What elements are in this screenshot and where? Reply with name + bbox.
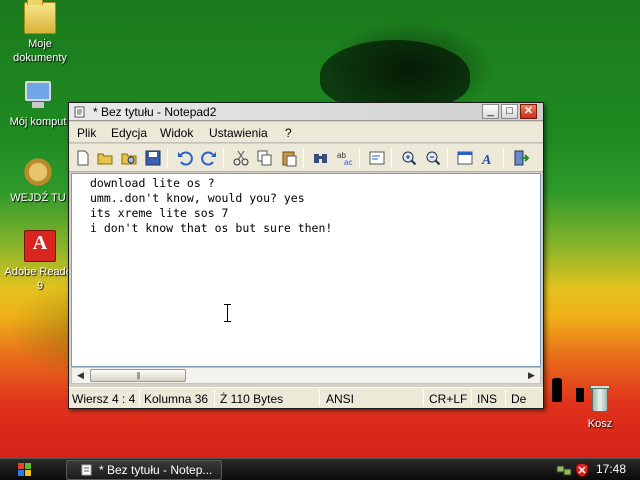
find-icon[interactable]: [312, 149, 330, 167]
cut-icon[interactable]: [232, 149, 250, 167]
status-line-position: Wiersz 4 : 4: [72, 392, 136, 406]
menu-bar: Plik Edycja Widok Ustawienia ?: [69, 122, 543, 143]
scheme-icon[interactable]: [456, 149, 474, 167]
desktop-icon-label: Mój komput: [9, 116, 67, 128]
browse-icon[interactable]: [120, 149, 138, 167]
editor-line: download lite os ?: [90, 176, 215, 190]
desktop-icon-label: Moje dokumenty: [13, 38, 67, 64]
pdf-icon: [24, 230, 56, 262]
toolbar: ab ac A: [69, 144, 543, 172]
replace-icon[interactable]: abac: [336, 149, 354, 167]
desktop-icon-label: Adobe Reader 9: [4, 266, 76, 292]
scroll-left-icon[interactable]: ◀: [73, 369, 88, 382]
ibeam-cursor-icon: [224, 304, 231, 322]
desktop-icon-recycle-bin[interactable]: Kosz: [562, 382, 638, 431]
editor-line: its xreme lite sos 7: [90, 206, 229, 220]
status-insert-mode: INS: [477, 392, 498, 406]
text-editor[interactable]: download lite os ? umm..don't know, would…: [71, 173, 541, 367]
undo-icon[interactable]: [176, 149, 194, 167]
status-bar: Wiersz 4 : 4 Kolumna 36 Ż 110 Bytes ANSI…: [69, 387, 543, 408]
clock[interactable]: 17:48: [596, 462, 626, 476]
desktop-icon-label: WEJDŹ TU: [10, 192, 66, 204]
computer-icon: [22, 80, 54, 112]
menu-widok[interactable]: Widok: [160, 126, 193, 140]
taskbar-notepad2-button[interactable]: * Bez tytułu - Notep...: [66, 460, 222, 480]
scroll-right-icon[interactable]: ▶: [524, 369, 539, 382]
system-tray: [550, 460, 640, 480]
editor-line: i don't know that os but sure then!: [90, 221, 333, 235]
paste-icon[interactable]: [280, 149, 298, 167]
desktop-icon-adobe-reader[interactable]: Adobe Reader 9: [2, 230, 78, 293]
svg-text:A: A: [481, 153, 491, 167]
status-line-ending[interactable]: CR+LF: [429, 392, 467, 406]
start-windows-icon[interactable]: [8, 461, 38, 479]
exit-icon[interactable]: [512, 149, 530, 167]
save-icon[interactable]: [144, 149, 162, 167]
redo-icon[interactable]: [200, 149, 218, 167]
status-column: Kolumna 36: [144, 392, 209, 406]
horizontal-scrollbar[interactable]: ◀ ▶: [71, 367, 541, 384]
editor-margin: [72, 174, 88, 366]
desktop-icon-wejdz-tu[interactable]: WEJDŹ TU: [0, 156, 76, 205]
editor-line: umm..don't know, would you? yes: [90, 191, 305, 205]
recycle-bin-icon: [584, 382, 616, 414]
status-file-size: Ż 110 Bytes: [220, 392, 284, 406]
scrollbar-thumb[interactable]: [90, 369, 186, 382]
shortcut-icon: [22, 156, 54, 188]
desktop-icon-label: Kosz: [587, 418, 613, 430]
copy-icon[interactable]: [256, 149, 274, 167]
status-lexer[interactable]: De: [511, 392, 526, 406]
notepad-app-icon: [81, 464, 92, 476]
font-icon[interactable]: A: [480, 149, 498, 167]
security-shield-icon[interactable]: [574, 462, 590, 478]
notepad2-window[interactable]: * Bez tytułu - Notepad2 _ □ ✕ Plik Edycj…: [68, 102, 544, 409]
status-encoding[interactable]: ANSI: [326, 392, 354, 406]
menu-edycja[interactable]: Edycja: [111, 126, 147, 140]
maximize-button[interactable]: □: [501, 104, 518, 119]
new-file-icon[interactable]: [74, 149, 92, 167]
window-title: * Bez tytułu - Notepad2: [93, 105, 217, 119]
minimize-button[interactable]: _: [482, 104, 499, 119]
title-bar[interactable]: * Bez tytułu - Notepad2 _ □ ✕: [69, 103, 543, 121]
network-icon[interactable]: [556, 462, 572, 478]
open-folder-icon[interactable]: [96, 149, 114, 167]
wallpaper-silhouette: [320, 40, 470, 110]
zoom-in-icon[interactable]: [400, 149, 418, 167]
taskbar-button-label: * Bez tytułu - Notep...: [99, 463, 213, 477]
wallpaper-silhouette: [552, 378, 562, 402]
close-button[interactable]: ✕: [520, 104, 537, 119]
folder-icon: [24, 0, 56, 34]
menu-plik[interactable]: Plik: [77, 126, 96, 140]
word-wrap-icon[interactable]: [368, 149, 386, 167]
notepad-app-icon: [74, 106, 85, 118]
desktop-icon-my-computer[interactable]: Mój komput: [0, 80, 76, 129]
zoom-out-icon[interactable]: [424, 149, 442, 167]
editor-content[interactable]: download lite os ? umm..don't know, would…: [90, 176, 332, 236]
menu-ustawienia[interactable]: Ustawienia: [209, 126, 268, 140]
menu-help[interactable]: ?: [285, 126, 292, 140]
taskbar: * Bez tytułu - Notep... 17:48: [0, 458, 640, 480]
desktop-icon-my-documents[interactable]: Moje dokumenty: [2, 0, 78, 65]
svg-text:ac: ac: [344, 158, 352, 167]
